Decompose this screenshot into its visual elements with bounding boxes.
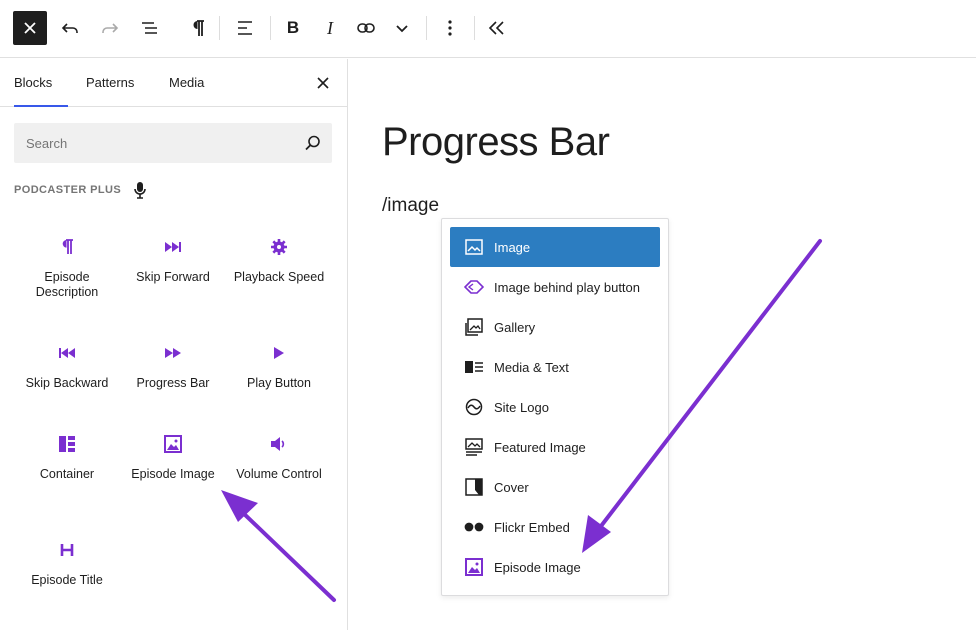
slash-command-text[interactable]: /image [382,195,439,217]
flickr-icon [464,517,484,537]
block-label: Skip Backward [25,376,109,390]
align-left-icon [238,21,252,35]
fast-forward-icon [161,341,185,365]
popup-item-label: Cover [494,479,529,495]
align-button[interactable] [228,11,262,45]
search-input[interactable] [14,123,294,163]
popup-item-image-behind-play-button[interactable]: Image behind play button [450,267,660,307]
tab-media[interactable]: Media [169,59,204,107]
popup-item-media-text[interactable]: Media & Text [450,347,660,387]
tab-blocks[interactable]: Blocks [14,59,68,107]
heading-icon [55,538,79,562]
more-formats-button[interactable] [385,11,419,45]
site-logo-icon [464,397,484,417]
gallery-icon [464,317,484,337]
popup-item-featured-image[interactable]: Featured Image [450,427,660,467]
popup-item-label: Media & Text [494,359,569,375]
tab-patterns[interactable]: Patterns [86,59,134,107]
microphone-icon [133,181,151,199]
close-inserter-button[interactable] [13,11,47,45]
inserter-tabs: Blocks Patterns Media [0,59,348,107]
popup-item-label: Flickr Embed [494,519,570,535]
block-label: Progress Bar [136,376,210,390]
block-container[interactable]: Container [14,432,120,482]
undo-button[interactable] [53,11,87,45]
popup-item-gallery[interactable]: Gallery [450,307,660,347]
bold-icon: B [286,18,300,37]
block-skip-backward[interactable]: Skip Backward [14,341,120,391]
collapse-toolbar-button[interactable] [480,11,514,45]
post-title[interactable]: Progress Bar [382,120,610,165]
image-icon [161,432,185,456]
category-label: PODCASTER PLUS [14,184,122,196]
block-episode-title[interactable]: Episode Title [14,538,120,588]
search-icon[interactable] [304,134,322,152]
block-label: Episode Title [31,573,103,587]
popup-item-label: Episode Image [494,559,581,575]
block-label: Container [39,467,95,481]
block-inserter-sidebar: Blocks Patterns Media PODCASTER PLUS Epi… [0,59,348,630]
chevron-down-icon [396,25,408,33]
popup-item-site-logo[interactable]: Site Logo [450,387,660,427]
more-vertical-icon [448,20,452,36]
italic-icon: I [327,17,333,38]
block-episode-description[interactable]: Episode Description [14,235,120,300]
link-button[interactable] [349,11,383,45]
episode-image-icon [464,557,484,577]
redo-icon [102,23,119,33]
block-playback-speed[interactable]: Playback Speed [226,235,332,285]
block-label: Episode Description [35,270,99,299]
popup-item-label: Image [494,239,531,255]
redo-button[interactable] [93,11,127,45]
block-label: Playback Speed [233,270,325,284]
list-view-icon [142,22,157,34]
block-label: Episode Image [131,467,215,481]
volume-icon [267,432,291,456]
block-label: Skip Forward [136,270,210,284]
block-play-button[interactable]: Play Button [226,341,332,391]
link-icon [357,23,375,33]
undo-icon [61,23,78,33]
skip-backward-icon [55,341,79,365]
collapse-icon [488,21,504,35]
category-header: PODCASTER PLUS [14,181,151,199]
skip-forward-icon [161,235,185,259]
block-skip-forward[interactable]: Skip Forward [120,235,226,285]
block-label: Volume Control [236,467,322,481]
popup-item-label: Site Logo [494,399,549,415]
popup-item-label: Image behind play button [494,279,640,295]
italic-button[interactable]: I [313,11,347,45]
options-button[interactable] [433,11,467,45]
close-icon [317,77,329,89]
block-volume-control[interactable]: Volume Control [226,432,332,482]
paragraph-icon [193,20,204,36]
list-view-button[interactable] [133,11,167,45]
block-search [14,123,332,163]
close-icon [24,22,36,34]
featured-image-icon [464,437,484,457]
popup-item-label: Gallery [494,319,536,335]
popup-item-label: Featured Image [494,439,586,455]
popup-item-episode-image[interactable]: Episode Image [450,547,660,587]
play-icon [267,341,291,365]
container-icon [55,432,79,456]
image-icon [464,237,484,257]
slash-inserter-popup: Image Image behind play button Gallery M… [441,218,669,596]
close-sidebar-button[interactable] [314,74,332,92]
block-episode-image[interactable]: Episode Image [120,432,226,482]
popup-item-flickr-embed[interactable]: Flickr Embed [450,507,660,547]
popup-item-image[interactable]: Image [450,227,660,267]
popup-item-cover[interactable]: Cover [450,467,660,507]
bold-button[interactable]: B [276,11,310,45]
diamond-icon [464,277,484,297]
editor-toolbar: B I [0,0,976,58]
block-progress-bar[interactable]: Progress Bar [120,341,226,391]
cover-icon [464,477,484,497]
paragraph-button[interactable] [181,11,215,45]
block-label: Play Button [247,376,311,390]
gear-icon [267,235,291,259]
media-text-icon [464,357,484,377]
pilcrow-icon [55,235,79,259]
